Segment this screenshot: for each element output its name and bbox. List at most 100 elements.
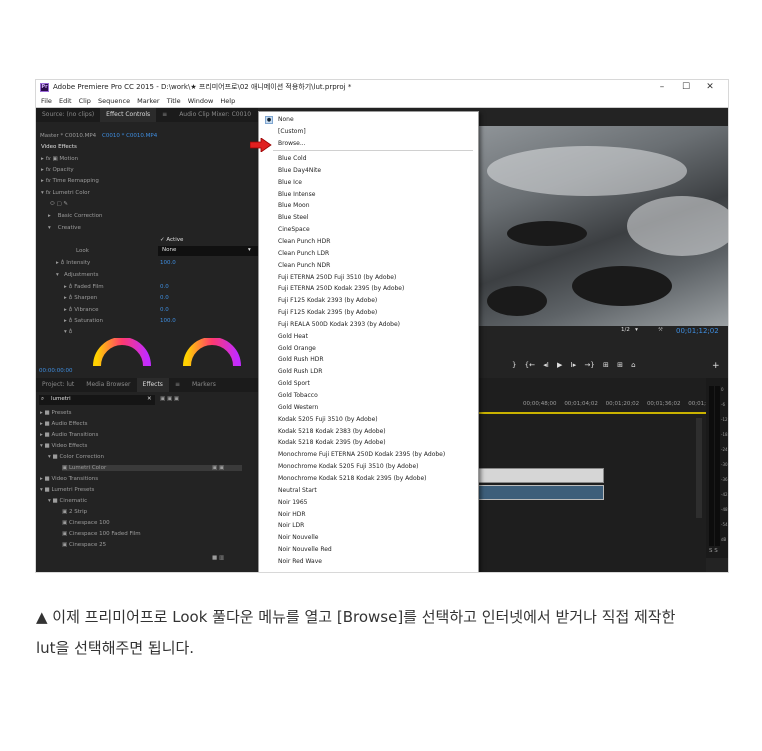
look-option[interactable]: Gold Sport bbox=[278, 380, 310, 387]
param-saturation-value[interactable]: 100.0 bbox=[160, 318, 176, 324]
look-option[interactable]: Blue Cold bbox=[278, 155, 307, 162]
look-option[interactable]: Monochrome Kodak 5205 Fuji 3510 (by Adob… bbox=[278, 463, 419, 470]
intensity-value[interactable]: 100.0 bbox=[160, 260, 176, 266]
tree-cinematic[interactable]: ▾ ■ Cinematic bbox=[48, 498, 87, 504]
menu-clip[interactable]: Clip bbox=[79, 97, 91, 105]
maximize-button[interactable]: ☐ bbox=[674, 80, 698, 95]
solo-buttons[interactable]: S S bbox=[709, 548, 718, 554]
close-button[interactable]: ✕ bbox=[698, 80, 722, 95]
audio-clip[interactable] bbox=[477, 468, 604, 483]
wrench-icon[interactable]: ⚒ bbox=[658, 327, 663, 333]
basic-correction-section[interactable]: ▸ Basic Correction bbox=[48, 213, 103, 219]
tab-source[interactable]: Source: (no clips) bbox=[36, 108, 100, 122]
tab-project[interactable]: Project: lut bbox=[36, 378, 80, 392]
look-option[interactable]: Clean Punch HDR bbox=[278, 238, 330, 245]
look-option[interactable]: Fuji F125 Kodak 2393 (by Adobe) bbox=[278, 297, 377, 304]
program-timecode[interactable]: 00;01;12;02 bbox=[676, 327, 719, 335]
look-option[interactable]: Neutral Start bbox=[278, 487, 317, 494]
look-option[interactable]: Blue Intense bbox=[278, 191, 315, 198]
menu-sequence[interactable]: Sequence bbox=[98, 97, 130, 105]
param-sharpen[interactable]: ▸ ♁ Sharpen bbox=[64, 295, 97, 301]
video-clip[interactable] bbox=[477, 485, 604, 500]
look-option[interactable]: Kodak 5218 Kodak 2395 (by Adobe) bbox=[278, 439, 386, 446]
stopwatch-icon[interactable]: ▾ ♁ bbox=[64, 329, 73, 335]
intensity-row[interactable]: ▸ ♁ Intensity bbox=[56, 260, 90, 266]
new-bin-icon[interactable]: ■ ▥ bbox=[212, 555, 224, 561]
look-option-custom[interactable]: [Custom] bbox=[278, 128, 306, 135]
minimize-button[interactable]: – bbox=[650, 80, 674, 95]
look-option[interactable]: Fuji ETERNA 250D Kodak 2395 (by Adobe) bbox=[278, 285, 404, 292]
look-option[interactable]: Noir LDR bbox=[278, 522, 304, 529]
menu-file[interactable]: File bbox=[41, 97, 52, 105]
look-option[interactable]: Gold Orange bbox=[278, 345, 316, 352]
work-area-bar[interactable] bbox=[477, 412, 706, 414]
tree-cinespace-25[interactable]: ▣ Cinespace 25 bbox=[62, 542, 106, 548]
fx-time-remapping[interactable]: ▸ fx Time Remapping bbox=[41, 178, 99, 184]
master-clip-label[interactable]: Master * C0010.MP4 bbox=[40, 133, 96, 139]
effects-search-box[interactable]: ⌕ lumetri ✕ bbox=[39, 395, 155, 405]
look-option[interactable]: Fuji REALA 500D Kodak 2393 (by Adobe) bbox=[278, 321, 400, 328]
look-option-browse[interactable]: Browse... bbox=[278, 140, 306, 147]
look-option[interactable]: Noir Red Wave bbox=[278, 558, 322, 565]
menu-title[interactable]: Title bbox=[167, 97, 181, 105]
active-checkbox[interactable]: ✓ Active bbox=[160, 237, 183, 243]
tab-audio-clip-mixer[interactable]: Audio Clip Mixer: C0010 bbox=[173, 108, 257, 122]
look-option[interactable]: Monochrome Fuji ETERNA 250D Kodak 2395 (… bbox=[278, 451, 445, 458]
menu-marker[interactable]: Marker bbox=[137, 97, 159, 105]
tree-video-effects[interactable]: ▾ ■ Video Effects bbox=[40, 443, 87, 449]
look-option[interactable]: Blue Moon bbox=[278, 202, 310, 209]
look-option[interactable]: Gold Tobacco bbox=[278, 392, 318, 399]
zoom-select[interactable]: 1/2 ▾ bbox=[621, 327, 638, 333]
look-option-none[interactable]: None bbox=[278, 116, 294, 123]
tree-audio-transitions[interactable]: ▸ ■ Audio Transitions bbox=[40, 432, 98, 438]
param-faded-film-value[interactable]: 0.0 bbox=[160, 284, 169, 290]
sequence-clip-label[interactable]: C0010 * C0010.MP4 bbox=[102, 133, 157, 139]
look-option[interactable]: Clean Punch NDR bbox=[278, 262, 330, 269]
tab-media-browser[interactable]: Media Browser bbox=[80, 378, 136, 392]
look-option[interactable]: Gold Heat bbox=[278, 333, 308, 340]
look-option[interactable]: Blue Steel bbox=[278, 214, 308, 221]
panel-menu-icon[interactable]: ≡ bbox=[169, 378, 186, 392]
look-option[interactable]: Gold Rush LDR bbox=[278, 368, 322, 375]
fx-motion[interactable]: ▸ fx ▣ Motion bbox=[41, 156, 78, 162]
transport-controls[interactable]: } {← ◂I ▶ I▸ →} ⊞ ⊞ ⌂ bbox=[512, 361, 636, 369]
tab-markers[interactable]: Markers bbox=[186, 378, 222, 392]
look-option[interactable]: Fuji ETERNA 250D Fuji 3510 (by Adobe) bbox=[278, 274, 396, 281]
panel-menu-icon[interactable]: ≡ bbox=[156, 108, 173, 122]
tree-video-transitions[interactable]: ▸ ■ Video Transitions bbox=[40, 476, 98, 482]
tree-cinespace-100-faded-film[interactable]: ▣ Cinespace 100 Faded Film bbox=[62, 531, 141, 537]
menu-edit[interactable]: Edit bbox=[59, 97, 72, 105]
creative-section[interactable]: ▾ Creative bbox=[48, 225, 81, 231]
look-option[interactable]: Noir Nouvelle Red bbox=[278, 546, 332, 553]
param-sharpen-value[interactable]: 0.0 bbox=[160, 295, 169, 301]
filter-icons[interactable]: ▣ ▣ ▣ bbox=[160, 396, 179, 402]
param-faded-film[interactable]: ▸ ♁ Faded Film bbox=[64, 284, 104, 290]
look-option[interactable]: Monochrome Kodak 5218 Kodak 2395 (by Ado… bbox=[278, 475, 427, 482]
search-input[interactable]: lumetri bbox=[51, 396, 71, 402]
timeline-ruler[interactable]: 00;00;48;00 00;01;04;02 00;01;20;02 00;0… bbox=[523, 401, 713, 407]
look-option[interactable]: Blue Ice bbox=[278, 179, 302, 186]
look-option[interactable]: Gold Western bbox=[278, 404, 318, 411]
add-button-icon[interactable]: + bbox=[712, 361, 720, 371]
tree-audio-effects[interactable]: ▸ ■ Audio Effects bbox=[40, 421, 88, 427]
tree-color-correction[interactable]: ▾ ■ Color Correction bbox=[48, 454, 104, 460]
look-option[interactable]: Blue Day4Nite bbox=[278, 167, 321, 174]
look-option[interactable]: CineSpace bbox=[278, 226, 310, 233]
tab-effect-controls[interactable]: Effect Controls bbox=[100, 108, 157, 122]
highlight-tint-wheel[interactable] bbox=[182, 338, 242, 368]
tree-presets[interactable]: ▸ ■ Presets bbox=[40, 410, 71, 416]
param-vibrance[interactable]: ▸ ♁ Vibrance bbox=[64, 307, 98, 313]
timeline-scrollbar[interactable] bbox=[696, 418, 702, 518]
tree-2-strip[interactable]: ▣ 2 Strip bbox=[62, 509, 87, 515]
menu-help[interactable]: Help bbox=[220, 97, 235, 105]
menu-window[interactable]: Window bbox=[188, 97, 214, 105]
param-saturation[interactable]: ▸ ♁ Saturation bbox=[64, 318, 103, 324]
look-option[interactable]: Noir HDR bbox=[278, 511, 306, 518]
clear-search-icon[interactable]: ✕ bbox=[147, 396, 152, 402]
tab-effects[interactable]: Effects bbox=[136, 378, 169, 392]
look-dropdown[interactable]: None ▾ bbox=[158, 246, 258, 256]
tree-lumetri-presets[interactable]: ▾ ■ Lumetri Presets bbox=[40, 487, 94, 493]
look-option[interactable]: Noir 1965 bbox=[278, 499, 307, 506]
param-vibrance-value[interactable]: 0.0 bbox=[160, 307, 169, 313]
tree-lumetri-color[interactable]: ▣ Lumetri Color ▣ ▣ bbox=[62, 465, 242, 471]
